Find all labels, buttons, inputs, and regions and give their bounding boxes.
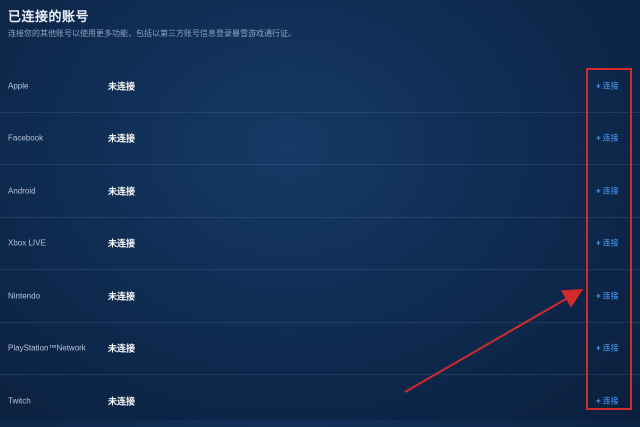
page-subtitle: 连接您的其他账号以使用更多功能，包括以第三方账号信息登录暴雪游戏通行证。 bbox=[8, 29, 296, 38]
connect-label: 连接 bbox=[602, 186, 619, 196]
connect-button-xbox[interactable]: + 连接 bbox=[596, 238, 619, 249]
connect-label: 连接 bbox=[602, 133, 619, 143]
account-status: 未连接 bbox=[108, 291, 136, 302]
plus-icon: + bbox=[596, 133, 601, 143]
plus-icon: + bbox=[596, 81, 601, 91]
account-list: Apple 未连接 + 连接 Facebook 未连接 + 连接 Android 未… bbox=[0, 60, 640, 427]
connect-label: 连接 bbox=[602, 238, 619, 248]
account-status: 未连接 bbox=[108, 81, 136, 92]
plus-icon: + bbox=[596, 343, 601, 353]
connect-button-android[interactable]: + 连接 bbox=[596, 185, 619, 196]
account-name: PlayStation™Network bbox=[8, 343, 86, 353]
account-name: Apple bbox=[8, 81, 29, 91]
account-row-playstation: PlayStation™Network 未连接 + 连接 bbox=[0, 323, 640, 375]
connect-button-twitch[interactable]: + 连接 bbox=[596, 395, 619, 406]
account-row-android: Android 未连接 + 连接 bbox=[0, 165, 640, 218]
account-row-apple: Apple 未连接 + 连接 bbox=[0, 60, 640, 113]
connect-button-playstation[interactable]: + 连接 bbox=[596, 343, 619, 354]
account-row-twitch: Twitch 未连接 + 连接 bbox=[0, 375, 640, 427]
account-row-facebook: Facebook 未连接 + 连接 bbox=[0, 113, 640, 165]
plus-icon: + bbox=[596, 238, 601, 248]
account-name: Nintendo bbox=[8, 291, 41, 301]
account-name: Android bbox=[8, 186, 36, 196]
account-status: 未连接 bbox=[108, 396, 136, 407]
connect-button-apple[interactable]: + 连接 bbox=[596, 80, 619, 91]
account-name: Facebook bbox=[8, 133, 44, 143]
page-title: 已连接的账号 bbox=[8, 9, 90, 24]
account-name: Xbox LIVE bbox=[8, 238, 46, 248]
connect-button-nintendo[interactable]: + 连接 bbox=[596, 290, 619, 301]
connect-label: 连接 bbox=[602, 291, 619, 301]
account-status: 未连接 bbox=[108, 186, 136, 197]
account-row-nintendo: Nintendo 未连接 + 连接 bbox=[0, 270, 640, 323]
account-name: Twitch bbox=[8, 396, 31, 406]
account-status: 未连接 bbox=[108, 133, 136, 144]
account-status: 未连接 bbox=[108, 238, 136, 249]
account-status: 未连接 bbox=[108, 343, 136, 354]
plus-icon: + bbox=[596, 396, 601, 406]
plus-icon: + bbox=[596, 291, 601, 301]
connect-label: 连接 bbox=[602, 396, 619, 406]
account-row-xbox: Xbox LIVE 未连接 + 连接 bbox=[0, 218, 640, 270]
connect-button-facebook[interactable]: + 连接 bbox=[596, 133, 619, 144]
plus-icon: + bbox=[596, 186, 601, 196]
connect-label: 连接 bbox=[602, 343, 619, 353]
connect-label: 连接 bbox=[602, 81, 619, 91]
